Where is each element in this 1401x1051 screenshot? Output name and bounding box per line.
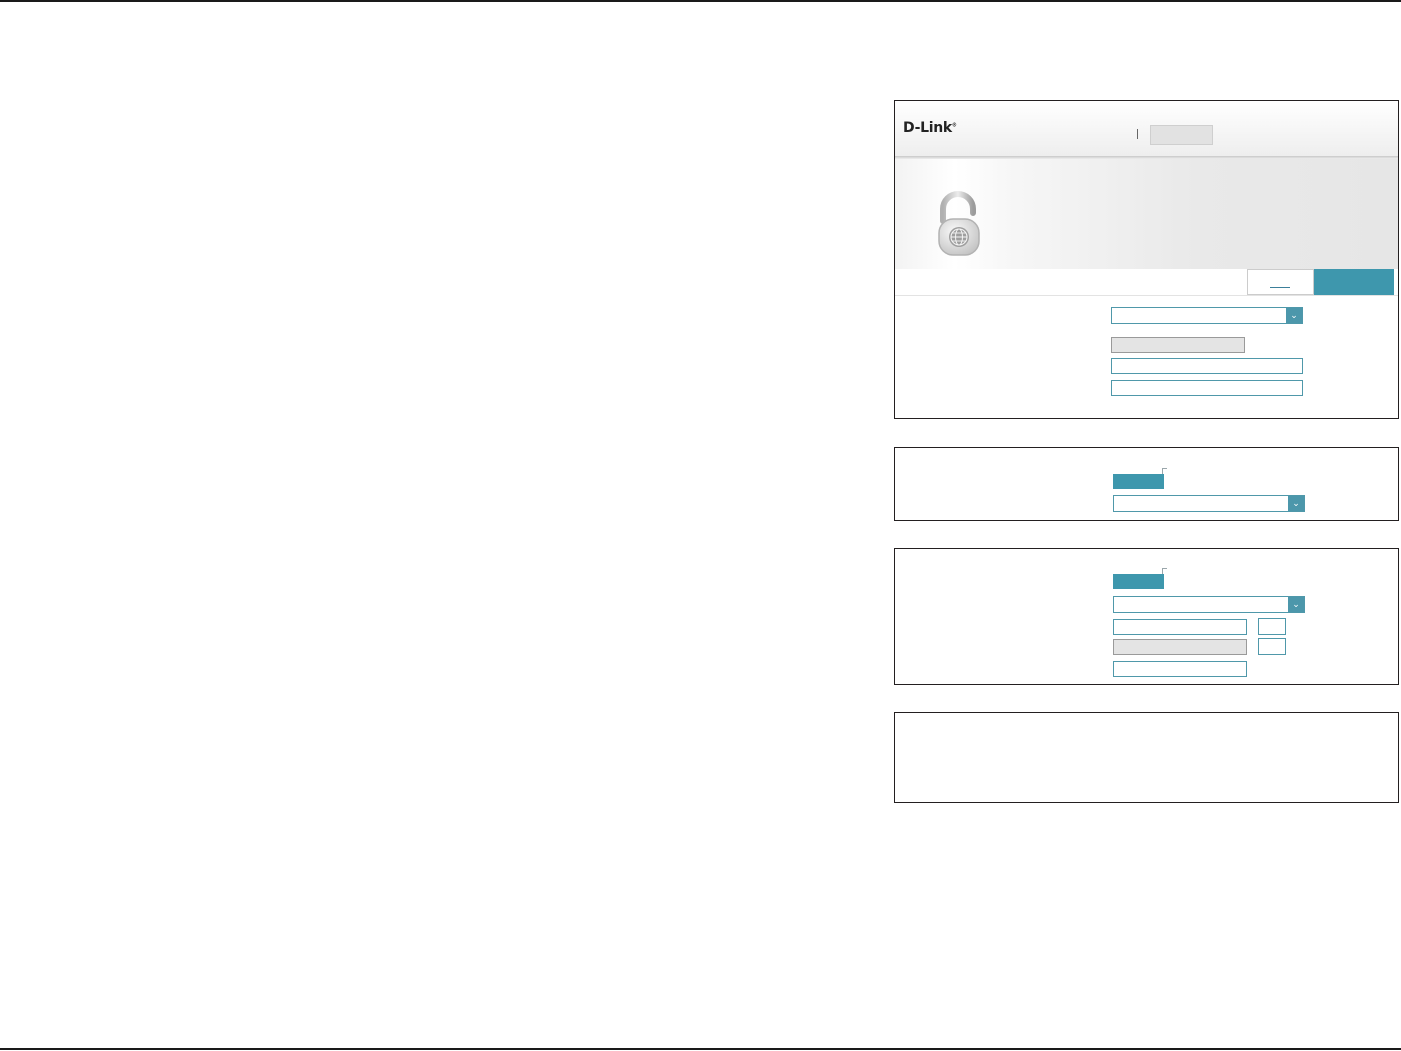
section3-field-1[interactable] bbox=[1113, 619, 1247, 635]
connection-type-select[interactable]: ⌄ bbox=[1111, 307, 1303, 324]
main-field-1 bbox=[1111, 337, 1245, 353]
main-field-3[interactable] bbox=[1111, 380, 1303, 396]
settings-tab-row bbox=[895, 269, 1398, 296]
settings-section-2: ⌄ bbox=[894, 447, 1399, 521]
page-banner bbox=[895, 159, 1398, 269]
tab-advanced[interactable] bbox=[1314, 269, 1394, 295]
tab-underline bbox=[1270, 287, 1290, 288]
chevron-down-icon: ⌄ bbox=[1286, 308, 1302, 323]
header-separator bbox=[1137, 129, 1138, 139]
header-menu-tab[interactable] bbox=[1150, 125, 1213, 145]
app-header: D-Link® bbox=[895, 101, 1398, 156]
section3-select[interactable]: ⌄ bbox=[1113, 596, 1305, 613]
section2-enable-toggle[interactable] bbox=[1113, 474, 1164, 489]
padlock-globe-icon bbox=[938, 191, 980, 256]
section3-field-2 bbox=[1113, 639, 1247, 655]
bottom-rule bbox=[0, 1048, 1401, 1050]
section3-field-3[interactable] bbox=[1113, 661, 1247, 677]
chevron-down-icon: ⌄ bbox=[1288, 496, 1304, 511]
section3-enable-toggle[interactable] bbox=[1113, 574, 1164, 589]
settings-section-4 bbox=[894, 712, 1399, 803]
router-settings-screenshot: D-Link® ⌄ bbox=[894, 100, 1399, 419]
settings-section-3: ⌄ bbox=[894, 548, 1399, 685]
chevron-down-icon: ⌄ bbox=[1288, 597, 1304, 612]
section2-select[interactable]: ⌄ bbox=[1113, 495, 1305, 512]
tab-basic[interactable] bbox=[1247, 269, 1314, 295]
dlink-logo: D-Link® bbox=[903, 120, 957, 136]
top-rule bbox=[0, 0, 1401, 2]
main-field-2[interactable] bbox=[1111, 358, 1303, 374]
section3-small-field-2[interactable] bbox=[1258, 638, 1286, 655]
section3-small-field-1[interactable] bbox=[1258, 618, 1286, 635]
